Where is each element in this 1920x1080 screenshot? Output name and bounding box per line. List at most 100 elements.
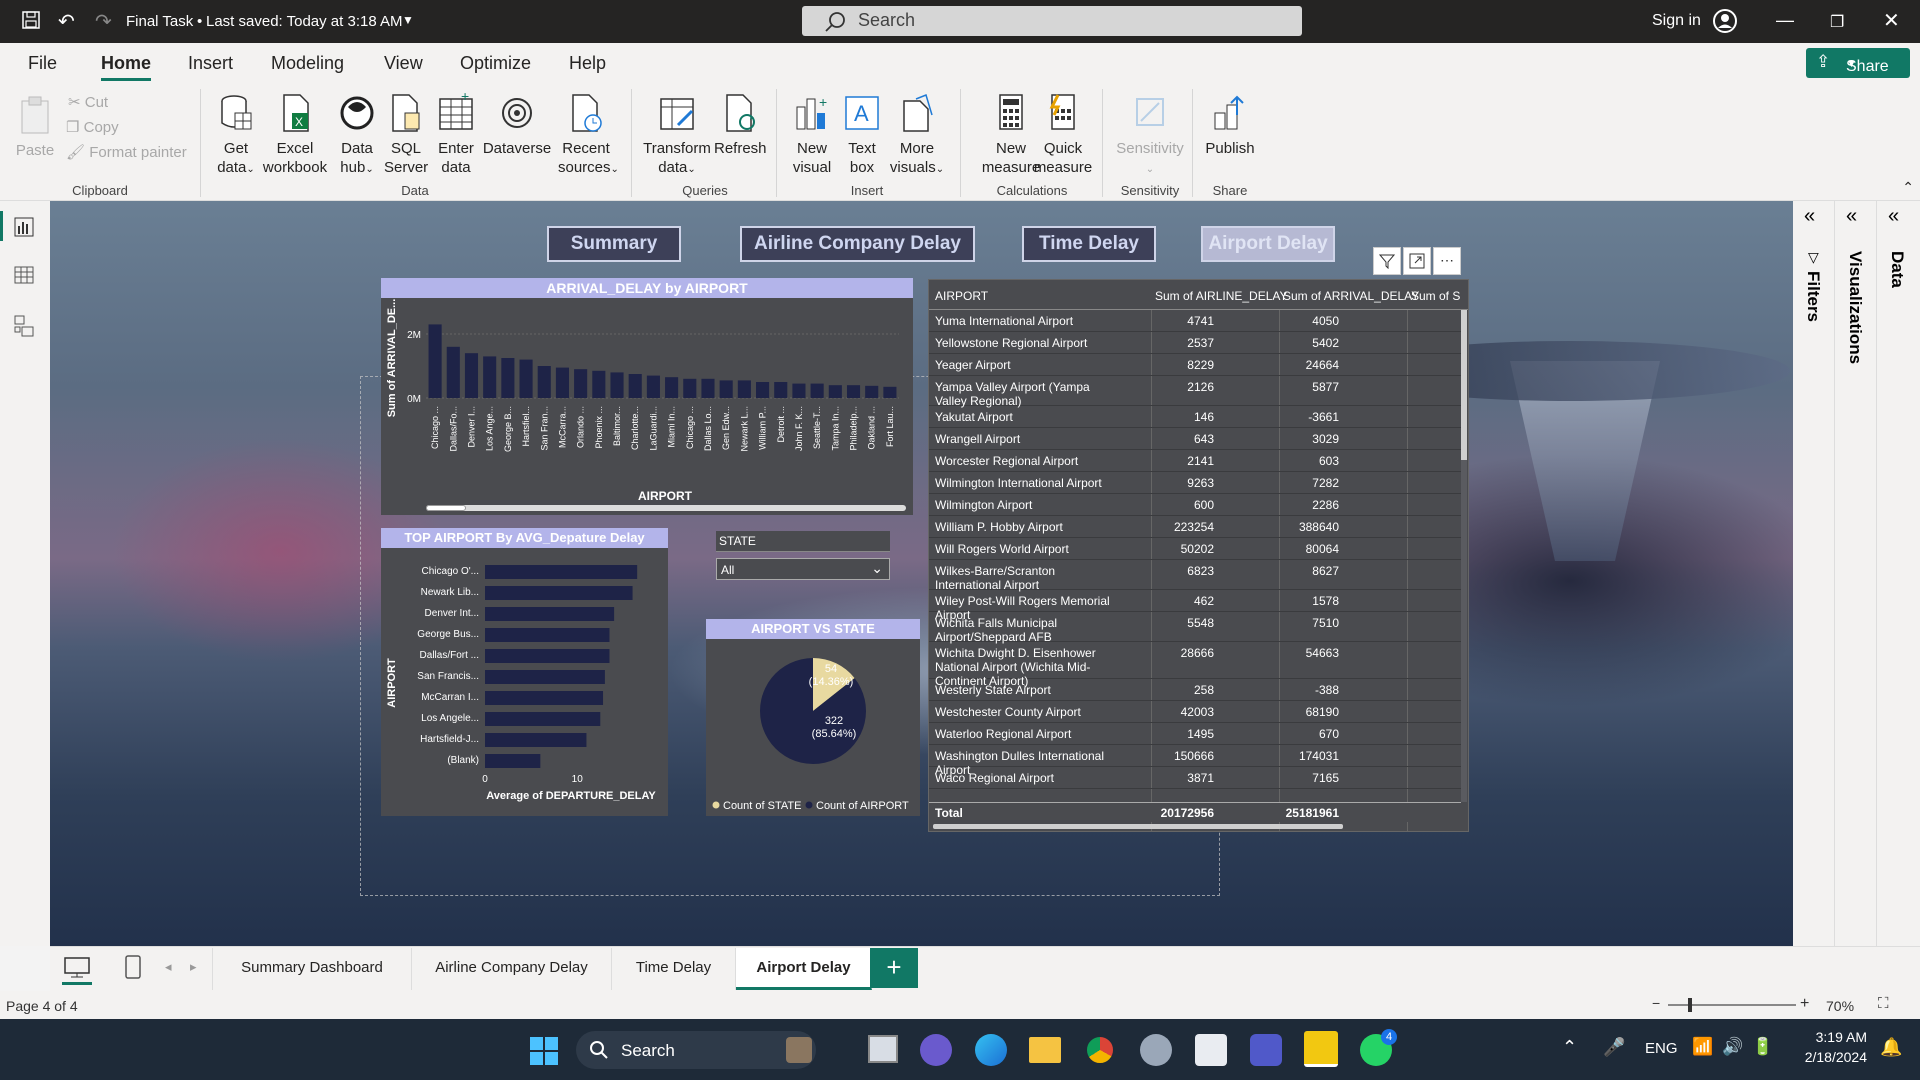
visualizations-pane[interactable]: « Visualizations — [1835, 201, 1877, 946]
bar[interactable] — [756, 382, 770, 398]
clock-date[interactable]: 2/18/2024 — [1787, 1049, 1867, 1065]
recent-sources-button[interactable]: Recent sources⌄ — [558, 93, 619, 179]
menu-file[interactable]: File — [28, 53, 57, 74]
filter-icon[interactable] — [1373, 247, 1401, 275]
bar[interactable] — [865, 385, 879, 398]
prev-page-icon[interactable]: ◂ — [165, 959, 172, 975]
undo-icon[interactable]: ↶ — [58, 9, 75, 34]
table-view-icon[interactable] — [14, 265, 34, 285]
menu-optimize[interactable]: Optimize — [460, 53, 531, 74]
table-row[interactable]: Yakutat Airport 146 -3661 — [929, 406, 1461, 428]
bar[interactable] — [485, 565, 638, 579]
vertical-scrollbar[interactable] — [1461, 310, 1467, 802]
teams-chat-icon[interactable] — [920, 1034, 952, 1066]
nav-summary-button[interactable]: Summary — [547, 226, 681, 262]
teams-icon[interactable] — [1250, 1034, 1282, 1066]
power-bi-icon[interactable] — [1304, 1031, 1338, 1067]
zoom-thumb[interactable] — [1688, 998, 1692, 1012]
page-tab-airport-delay[interactable]: Airport Delay — [736, 948, 872, 990]
bar[interactable] — [485, 607, 615, 621]
search-box[interactable]: Search — [802, 6, 1302, 36]
microphone-icon[interactable]: 🎤 — [1603, 1037, 1625, 1058]
bar[interactable] — [519, 359, 533, 398]
bar[interactable] — [483, 356, 497, 398]
bar[interactable] — [883, 386, 897, 398]
report-view-icon[interactable] — [14, 217, 34, 237]
bar[interactable] — [485, 586, 633, 600]
table-row[interactable]: Wilkes-Barre/Scranton International Airp… — [929, 560, 1461, 592]
bar[interactable] — [628, 374, 642, 398]
expand-data-icon[interactable]: « — [1888, 205, 1899, 228]
bar[interactable] — [485, 670, 605, 684]
menu-home[interactable]: Home — [101, 53, 152, 81]
bar[interactable] — [810, 383, 824, 398]
bar[interactable] — [774, 382, 788, 398]
bar[interactable] — [485, 712, 601, 726]
settings-icon[interactable] — [1140, 1034, 1172, 1066]
sql-server-button[interactable]: SQL Server — [384, 93, 428, 177]
windows-start-icon[interactable] — [530, 1037, 558, 1065]
table-row[interactable]: Wichita Dwight D. Eisenhower National Ai… — [929, 642, 1461, 688]
file-explorer-icon[interactable] — [1029, 1037, 1061, 1063]
bar[interactable] — [555, 367, 569, 398]
focus-mode-icon[interactable] — [1403, 247, 1431, 275]
table-row[interactable]: Waco Regional Airport 3871 7165 — [929, 767, 1461, 789]
page-tab-summary-dashboard[interactable]: Summary Dashboard — [212, 948, 412, 990]
bar[interactable] — [701, 378, 715, 398]
table-row[interactable]: Wilmington Airport 600 2286 — [929, 494, 1461, 516]
table-row[interactable]: Washington Dulles International Airport 1… — [929, 745, 1461, 777]
table-row[interactable]: Wilmington International Airport 9263 7282 — [929, 472, 1461, 494]
title-dropdown-icon[interactable]: ▼ — [402, 13, 414, 27]
bar[interactable] — [485, 733, 587, 747]
bar[interactable] — [485, 649, 610, 663]
account-icon[interactable] — [1712, 8, 1738, 38]
menu-help[interactable]: Help — [569, 53, 606, 74]
table-row[interactable]: Westerly State Airport 258 -388 — [929, 679, 1461, 701]
zoom-slider[interactable] — [1668, 998, 1796, 1012]
bar[interactable] — [501, 358, 515, 398]
battery-icon[interactable]: 🔋 — [1752, 1037, 1773, 1057]
sign-in-link[interactable]: Sign in — [1652, 12, 1701, 30]
share-button[interactable]: ⇪ Share ▼ — [1806, 48, 1910, 78]
quick-measure-button[interactable]: Quick measure — [1032, 93, 1094, 177]
bar[interactable] — [828, 385, 842, 398]
filters-pane[interactable]: « ▽ Filters — [1793, 201, 1835, 946]
table-row[interactable]: Yeager Airport 8229 24664 — [929, 354, 1461, 376]
col-more[interactable]: Sum of S — [1411, 289, 1460, 303]
data-hub-button[interactable]: Data hub⌄ — [332, 93, 382, 179]
save-icon[interactable] — [22, 11, 40, 33]
chrome-icon[interactable] — [1084, 1034, 1116, 1066]
task-view-icon[interactable] — [868, 1035, 898, 1063]
bar[interactable] — [574, 369, 588, 398]
bar[interactable] — [610, 372, 624, 398]
language-indicator[interactable]: ENG — [1645, 1040, 1678, 1057]
nav-airline-delay-button[interactable]: Airline Company Delay — [740, 226, 975, 262]
table-row[interactable]: Westchester County Airport 42003 68190 — [929, 701, 1461, 723]
desktop-layout-icon[interactable] — [64, 957, 90, 979]
table-row[interactable]: Wiley Post-Will Rogers Memorial Airport 4… — [929, 590, 1461, 622]
more-options-icon[interactable]: ⋯ — [1433, 247, 1461, 275]
mobile-layout-icon[interactable] — [125, 955, 141, 979]
show-hidden-icons-icon[interactable]: ⌃ — [1562, 1037, 1577, 1058]
bar[interactable] — [428, 324, 442, 398]
close-icon[interactable]: ✕ — [1883, 8, 1900, 33]
table-row[interactable]: Waterloo Regional Airport 1495 670 — [929, 723, 1461, 745]
page-tab-airline-company-delay[interactable]: Airline Company Delay — [412, 948, 612, 990]
excel-workbook-button[interactable]: X Excel workbook — [262, 93, 328, 177]
table-row[interactable]: Yellowstone Regional Airport 2537 5402 — [929, 332, 1461, 354]
fit-to-page-icon[interactable]: ⛶ — [1878, 995, 1889, 1012]
zoom-in-icon[interactable]: + — [1800, 995, 1809, 1013]
col-airport[interactable]: AIRPORT — [935, 289, 988, 303]
horizontal-scrollbar[interactable] — [426, 505, 906, 511]
expand-visualizations-icon[interactable]: « — [1846, 205, 1857, 228]
bar[interactable] — [846, 385, 861, 398]
minimize-icon[interactable]: — — [1776, 10, 1794, 31]
transform-data-button[interactable]: Transform data⌄ — [642, 93, 712, 179]
get-data-button[interactable]: Get data⌄ — [208, 93, 264, 179]
col-arrival-delay[interactable]: Sum of ARRIVAL_DELAY — [1283, 289, 1419, 303]
table-row[interactable]: Worcester Regional Airport 2141 603 — [929, 450, 1461, 472]
add-page-button[interactable]: + — [870, 948, 918, 988]
enter-data-button[interactable]: + Enter data — [434, 93, 478, 177]
table-row[interactable]: Yampa Valley Airport (Yampa Valley Regio… — [929, 376, 1461, 408]
col-airline-delay[interactable]: Sum of AIRLINE_DELAY — [1155, 289, 1288, 303]
